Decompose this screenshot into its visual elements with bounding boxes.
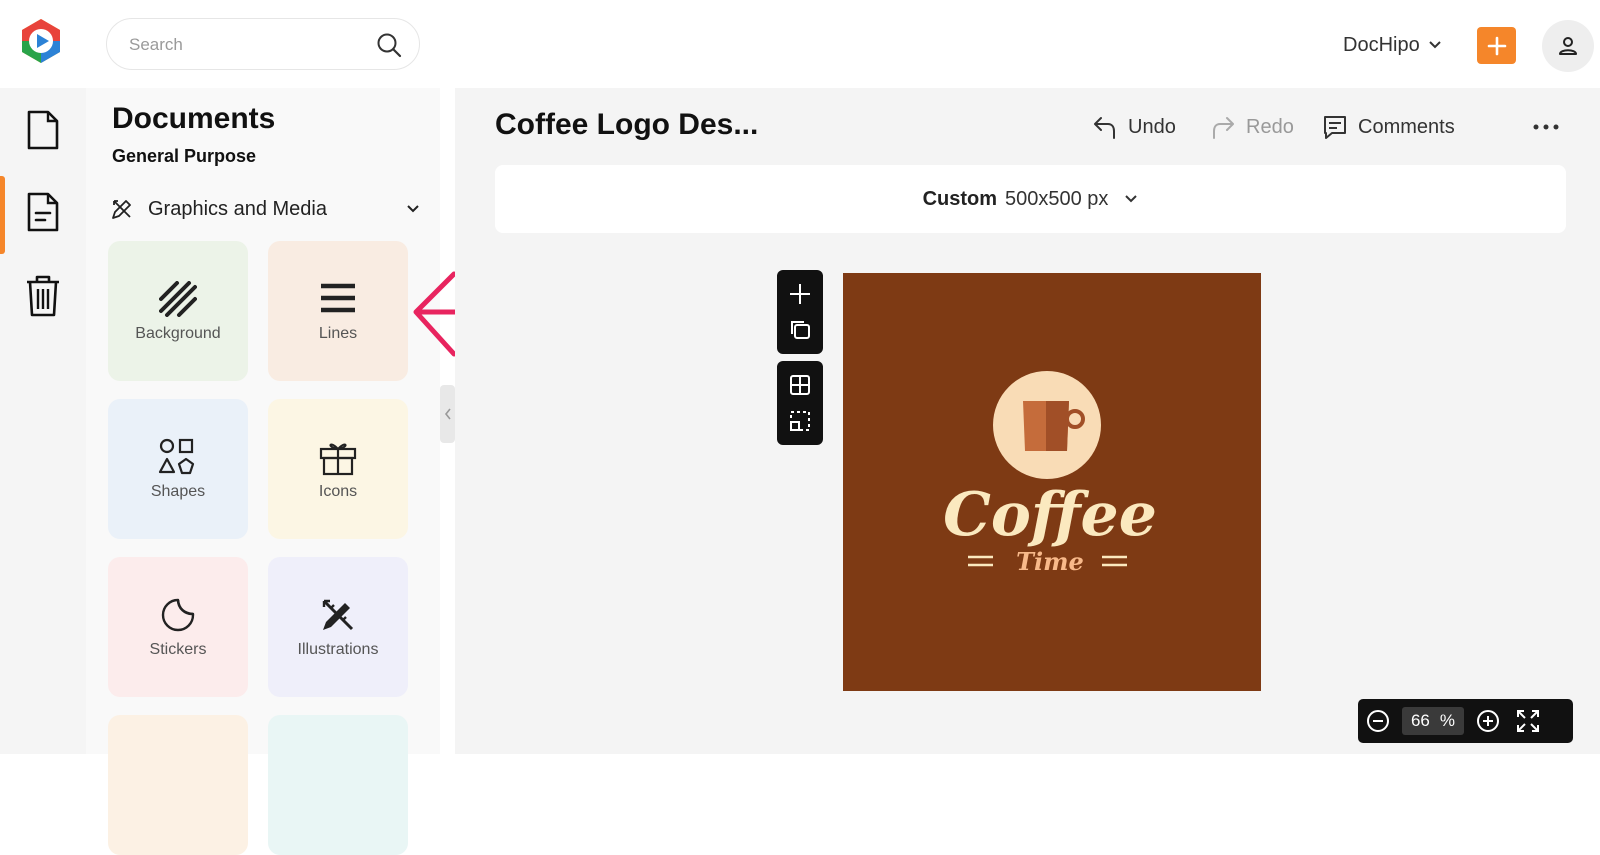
select-area-icon bbox=[790, 411, 810, 431]
user-icon bbox=[1559, 37, 1577, 55]
trash-icon bbox=[27, 275, 59, 317]
logo-sub: Time bbox=[1016, 547, 1084, 576]
canvas-size-dropdown[interactable]: Custom 500x500 px bbox=[495, 165, 1566, 233]
page-toolbox bbox=[777, 270, 823, 354]
panel-collapse-handle[interactable] bbox=[440, 385, 455, 443]
design-canvas[interactable]: Coffee Time bbox=[843, 273, 1261, 691]
stripes-icon bbox=[158, 279, 198, 319]
comments-button[interactable]: Comments bbox=[1322, 110, 1455, 144]
grid-toolbox bbox=[777, 361, 823, 445]
add-button[interactable] bbox=[1477, 27, 1516, 64]
search-input[interactable] bbox=[129, 32, 359, 58]
panel-subtitle: General Purpose bbox=[112, 146, 257, 166]
zoom-level-field[interactable]: 66 % bbox=[1402, 707, 1464, 735]
logo-word: Coffee bbox=[943, 480, 1157, 550]
sticker-icon bbox=[158, 595, 198, 635]
tile-stickers[interactable]: Stickers bbox=[108, 557, 248, 697]
tile-more-2[interactable] bbox=[268, 715, 408, 855]
tile-more-1[interactable] bbox=[108, 715, 248, 855]
grid-icon bbox=[790, 375, 810, 395]
chevron-down-icon bbox=[407, 205, 419, 213]
fullscreen-button[interactable] bbox=[1508, 699, 1548, 743]
comments-label: Comments bbox=[1358, 115, 1455, 138]
editor-area: Coffee Logo Des... Undo Redo Comments Cu… bbox=[455, 88, 1600, 754]
tile-shapes[interactable]: Shapes bbox=[108, 399, 248, 539]
plus-icon bbox=[790, 284, 810, 304]
duplicate-page-button[interactable] bbox=[777, 312, 823, 348]
tile-label: Lines bbox=[318, 325, 358, 342]
rail-item-documents[interactable] bbox=[0, 172, 86, 254]
search-box[interactable] bbox=[106, 18, 420, 70]
copy-icon bbox=[791, 321, 810, 339]
zoom-unit: % bbox=[1439, 711, 1456, 730]
zoom-out-button[interactable] bbox=[1358, 699, 1398, 743]
shapes-icon bbox=[158, 437, 198, 477]
size-value: 500x500 px bbox=[1005, 187, 1109, 210]
pen-ruler-icon bbox=[318, 595, 358, 635]
top-bar: DocHipo bbox=[0, 0, 1600, 88]
file-icon bbox=[27, 110, 59, 150]
zoom-value: 66 bbox=[1410, 711, 1430, 730]
lines-icon bbox=[318, 279, 358, 319]
redo-icon bbox=[1213, 117, 1234, 139]
zoom-in-icon bbox=[1477, 710, 1499, 732]
tile-label: Illustrations bbox=[297, 641, 379, 658]
more-horizontal-icon bbox=[1533, 124, 1559, 130]
tile-icons[interactable]: Icons bbox=[268, 399, 408, 539]
profile-button[interactable] bbox=[1542, 20, 1594, 72]
redo-button[interactable]: Redo bbox=[1210, 110, 1294, 144]
fullscreen-icon bbox=[1517, 710, 1539, 732]
rail-item-files[interactable] bbox=[0, 90, 86, 170]
workspace-label: DocHipo bbox=[1343, 33, 1420, 56]
panel-title: Documents bbox=[112, 102, 276, 135]
zoom-out-icon bbox=[1367, 710, 1389, 732]
category-label: Graphics and Media bbox=[148, 197, 327, 220]
gift-icon bbox=[318, 437, 358, 477]
size-kind: Custom bbox=[922, 187, 998, 210]
zoom-in-button[interactable] bbox=[1468, 699, 1508, 743]
more-options-button[interactable] bbox=[1533, 110, 1559, 144]
chevron-down-icon bbox=[1125, 195, 1138, 203]
left-rail bbox=[0, 88, 86, 754]
comment-icon bbox=[1324, 116, 1346, 139]
tile-label: Shapes bbox=[150, 483, 206, 500]
undo-icon bbox=[1094, 117, 1115, 139]
undo-button[interactable]: Undo bbox=[1092, 110, 1176, 144]
tile-background[interactable]: Background bbox=[108, 241, 248, 381]
zoom-controls: 66 % bbox=[1358, 699, 1573, 743]
select-area-button[interactable] bbox=[777, 403, 823, 439]
search-icon[interactable] bbox=[375, 31, 403, 59]
document-icon bbox=[27, 192, 59, 232]
grid-button[interactable] bbox=[777, 367, 823, 403]
elements-panel: Documents General Purpose Graphics and M… bbox=[86, 88, 440, 855]
workspace-dropdown[interactable]: DocHipo bbox=[1343, 30, 1442, 60]
tile-lines[interactable]: Lines bbox=[268, 241, 408, 381]
category-dropdown[interactable]: Graphics and Media bbox=[110, 192, 420, 226]
tile-label: Background bbox=[135, 325, 221, 342]
dochipo-logo[interactable] bbox=[18, 17, 64, 65]
coffee-logo-artwork: Coffee Time bbox=[943, 371, 1157, 576]
tile-illustrations[interactable]: Illustrations bbox=[268, 557, 408, 697]
tile-label: Stickers bbox=[149, 641, 207, 658]
tile-label: Icons bbox=[318, 483, 358, 500]
redo-label: Redo bbox=[1246, 115, 1294, 138]
add-page-button[interactable] bbox=[777, 276, 823, 312]
undo-label: Undo bbox=[1128, 115, 1176, 138]
rail-item-trash[interactable] bbox=[0, 256, 86, 336]
plus-icon bbox=[1487, 36, 1506, 55]
document-title[interactable]: Coffee Logo Des... bbox=[495, 108, 758, 142]
pen-ruler-icon bbox=[112, 200, 131, 219]
chevron-down-icon bbox=[1428, 41, 1441, 49]
chevron-left-icon bbox=[444, 408, 451, 420]
